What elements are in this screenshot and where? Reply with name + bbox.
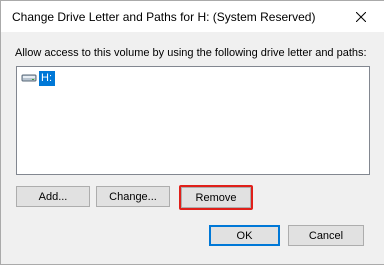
description-label: Allow access to this volume by using the… <box>15 47 367 59</box>
drive-letter-dialog: Change Drive Letter and Paths for H: (Sy… <box>0 0 385 265</box>
change-button[interactable]: Change... <box>96 186 170 207</box>
add-button[interactable]: Add... <box>16 186 90 207</box>
close-button[interactable] <box>338 1 384 32</box>
drive-icon <box>21 74 37 82</box>
close-icon <box>356 11 366 22</box>
cancel-button[interactable]: Cancel <box>288 225 364 246</box>
list-item-label: H: <box>39 70 55 86</box>
ok-button[interactable]: OK <box>209 225 280 246</box>
list-item[interactable]: H: <box>21 70 55 86</box>
remove-button[interactable]: Remove <box>181 187 251 208</box>
paths-listbox[interactable]: H: <box>16 66 370 175</box>
window-title: Change Drive Letter and Paths for H: (Sy… <box>12 10 316 24</box>
title-bar: Change Drive Letter and Paths for H: (Sy… <box>1 1 384 32</box>
